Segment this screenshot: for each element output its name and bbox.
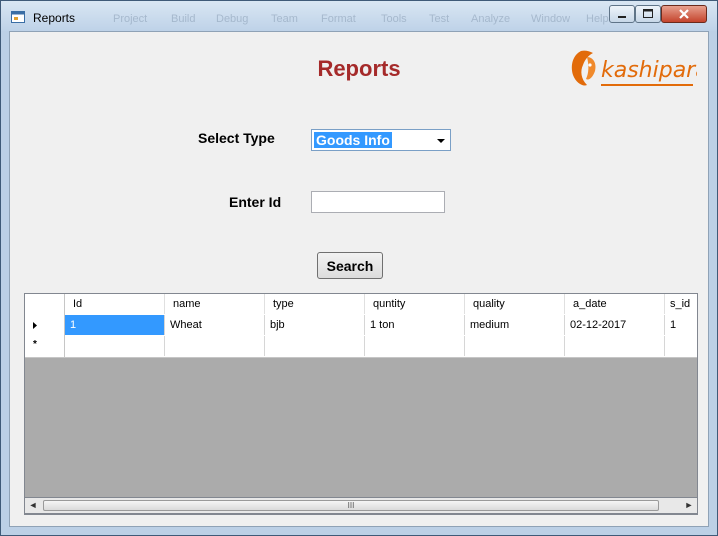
kashipara-logo: kashipara <box>571 50 697 86</box>
window-title: Reports <box>33 11 76 25</box>
type-select-value: Goods Info <box>314 132 392 148</box>
form-app-icon <box>11 11 25 23</box>
new-cell[interactable] <box>165 336 265 356</box>
column-header-a-date[interactable]: a_date <box>565 294 665 314</box>
ghost-menu-item: Format <box>321 13 356 25</box>
close-icon <box>679 9 689 19</box>
column-header-id[interactable]: Id <box>65 294 165 314</box>
column-header-type[interactable]: type <box>265 294 365 314</box>
lion-head-icon <box>571 50 596 86</box>
cell-a-date[interactable]: 02-12-2017 <box>565 315 665 335</box>
new-row-marker: * <box>33 339 37 350</box>
cell-quality[interactable]: medium <box>465 315 565 335</box>
ghost-menu-item: Tools <box>381 13 407 25</box>
ghost-menu-item: Analyze <box>471 13 511 25</box>
new-table-row[interactable]: * <box>25 336 697 358</box>
column-header-s-id[interactable]: s_id <box>665 294 697 314</box>
ghost-menu-item: Debug <box>216 13 249 25</box>
new-cell[interactable] <box>665 336 697 356</box>
maximize-button[interactable] <box>635 5 661 23</box>
dropdown-arrow-icon[interactable] <box>435 133 447 147</box>
minimize-icon <box>618 16 626 18</box>
maximize-icon <box>643 9 653 18</box>
horizontal-scrollbar[interactable]: ◄ III ► <box>24 497 698 514</box>
column-header-quality[interactable]: quality <box>465 294 565 314</box>
ghost-menu-item: Project <box>113 13 148 25</box>
scroll-left-icon[interactable]: ◄ <box>25 498 41 513</box>
cell-name[interactable]: Wheat <box>165 315 265 335</box>
cell-id[interactable]: 1 <box>65 315 165 335</box>
current-row-arrow-icon <box>33 322 37 329</box>
cell-s-id[interactable]: 1 <box>665 315 697 335</box>
column-header-name[interactable]: name <box>165 294 265 314</box>
search-button[interactable]: Search <box>317 252 383 279</box>
select-type-label: Select Type <box>198 130 275 146</box>
grid-header-row: Id name type quntity quality a_date s_id <box>25 294 697 316</box>
new-cell[interactable] <box>465 336 565 356</box>
ghost-menu-item: Window <box>531 13 571 25</box>
ghost-menu-item: Help <box>586 13 609 25</box>
new-cell[interactable] <box>65 336 165 356</box>
row-header[interactable] <box>25 315 65 336</box>
ghost-menu-item: Team <box>271 13 298 25</box>
ghost-menu-item: Build <box>171 13 196 25</box>
new-cell[interactable] <box>565 336 665 356</box>
new-row-header[interactable]: * <box>25 336 65 357</box>
scroll-grip: III <box>347 501 355 510</box>
title-bar[interactable]: Reports Project Build Debug Team Format … <box>1 1 717 31</box>
ghost-menu-item: Test <box>429 13 450 25</box>
svg-text:kashipara: kashipara <box>601 58 697 83</box>
reports-window: Reports Project Build Debug Team Format … <box>0 0 718 536</box>
results-grid[interactable]: Id name type quntity quality a_date s_id… <box>24 293 698 515</box>
minimize-button[interactable] <box>609 5 635 23</box>
new-cell[interactable] <box>265 336 365 356</box>
new-cell[interactable] <box>365 336 465 356</box>
grid-corner-header[interactable] <box>25 294 65 315</box>
id-input[interactable] <box>311 191 445 213</box>
enter-id-label: Enter Id <box>229 194 282 210</box>
cell-type[interactable]: bjb <box>265 315 365 335</box>
column-header-quantity[interactable]: quntity <box>365 294 465 314</box>
scroll-right-icon[interactable]: ► <box>681 498 697 513</box>
table-row[interactable]: 1 Wheat bjb 1 ton medium 02-12-2017 1 <box>25 315 697 337</box>
cell-quantity[interactable]: 1 ton <box>365 315 465 335</box>
scroll-thumb[interactable]: III <box>43 500 659 511</box>
type-select[interactable]: Goods Info <box>311 129 451 151</box>
close-button[interactable] <box>661 5 707 23</box>
